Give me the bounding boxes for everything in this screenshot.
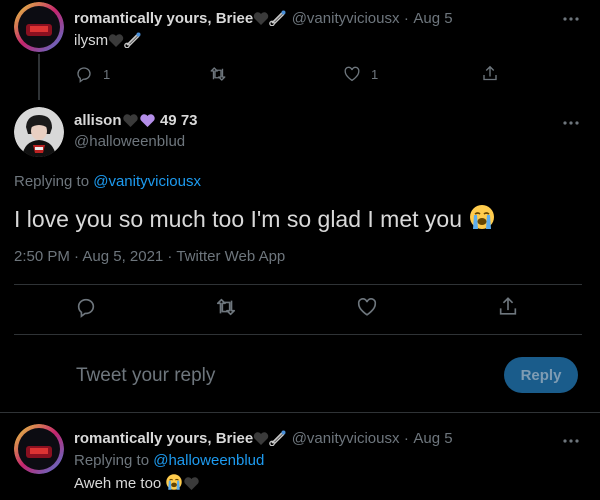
retweet-button[interactable]	[208, 65, 228, 83]
thread-line	[38, 54, 40, 100]
tweet-text: I love you so much too I'm so glad I met…	[14, 203, 496, 237]
tweet-date[interactable]: Aug 5	[413, 430, 452, 447]
like-icon	[344, 66, 360, 82]
tweet-header: romantically yours, Briee @vanityvicious…	[74, 10, 453, 31]
retweet-button[interactable]	[214, 296, 238, 318]
replying-to: Replying to @halloweenblud	[74, 452, 264, 469]
share-icon	[483, 65, 497, 81]
replying-to: Replying to @vanityviciousx	[14, 173, 201, 190]
black-heart-icon	[183, 476, 200, 495]
black-heart-icon	[122, 113, 139, 133]
handle[interactable]: @vanityviciousx	[292, 430, 400, 447]
like-button[interactable]	[356, 296, 378, 318]
loudly-crying-face-icon	[165, 473, 183, 495]
divider	[14, 284, 582, 285]
tweet-header: allison 49 73	[74, 112, 198, 133]
reply-input[interactable]: Tweet your reply	[76, 365, 215, 387]
name-suffix: 49 73	[159, 112, 198, 129]
more-icon[interactable]	[563, 12, 579, 22]
display-name[interactable]: romantically yours, Briee	[74, 430, 253, 447]
share-button[interactable]	[481, 64, 499, 83]
reply-icon	[77, 298, 95, 318]
safety-pin-icon	[124, 32, 142, 52]
separator: ·	[403, 430, 409, 447]
more-icon[interactable]	[563, 434, 579, 444]
like-icon	[357, 298, 377, 316]
share-button[interactable]	[497, 295, 519, 318]
like-count: 1	[371, 66, 379, 82]
loudly-crying-face-icon	[468, 203, 496, 237]
replying-to-link[interactable]: @halloweenblud	[153, 452, 264, 469]
safety-pin-icon	[269, 10, 287, 31]
purple-heart-icon	[139, 113, 156, 133]
black-heart-icon	[253, 11, 269, 31]
divider	[0, 412, 600, 413]
reply-button[interactable]	[75, 296, 97, 318]
display-name[interactable]: allison	[74, 112, 122, 129]
tweet-date[interactable]: Aug 5	[413, 10, 452, 27]
separator: ·	[403, 10, 409, 27]
avatar[interactable]	[14, 424, 64, 474]
replying-prefix: Replying to	[74, 452, 150, 469]
avatar[interactable]	[14, 2, 64, 52]
reply-button[interactable]: Reply	[504, 357, 578, 393]
reply-count: 1	[103, 66, 111, 82]
black-heart-icon	[253, 431, 269, 451]
tweet-text: Aweh me too	[74, 473, 200, 495]
black-heart-icon	[108, 33, 124, 52]
tweet-text-content: ilysm	[74, 32, 109, 49]
tweet-text-content: I love you so much too I'm so glad I met…	[14, 206, 462, 232]
reply-icon	[77, 67, 91, 83]
like-button[interactable]: 1	[343, 65, 378, 83]
handle[interactable]: @halloweenblud	[74, 133, 185, 150]
safety-pin-icon	[269, 430, 287, 451]
avatar[interactable]	[14, 107, 64, 157]
display-name[interactable]: romantically yours, Briee	[74, 10, 253, 27]
replying-prefix: Replying to	[14, 173, 90, 190]
retweet-icon	[210, 67, 226, 81]
timestamp[interactable]: 2:50 PM · Aug 5, 2021 · Twitter Web App	[14, 248, 285, 265]
share-icon	[499, 297, 517, 315]
handle[interactable]: @vanityviciousx	[292, 10, 400, 27]
more-icon[interactable]	[563, 116, 579, 126]
replying-to-link[interactable]: @vanityviciousx	[93, 173, 201, 190]
tweet-text: ilysm	[74, 32, 142, 52]
divider	[14, 334, 582, 335]
tweet-header: romantically yours, Briee @vanityvicious…	[74, 430, 453, 451]
tweet-text-content: Aweh me too	[74, 475, 162, 492]
retweet-icon	[216, 298, 236, 316]
reply-button[interactable]: 1	[75, 65, 110, 83]
